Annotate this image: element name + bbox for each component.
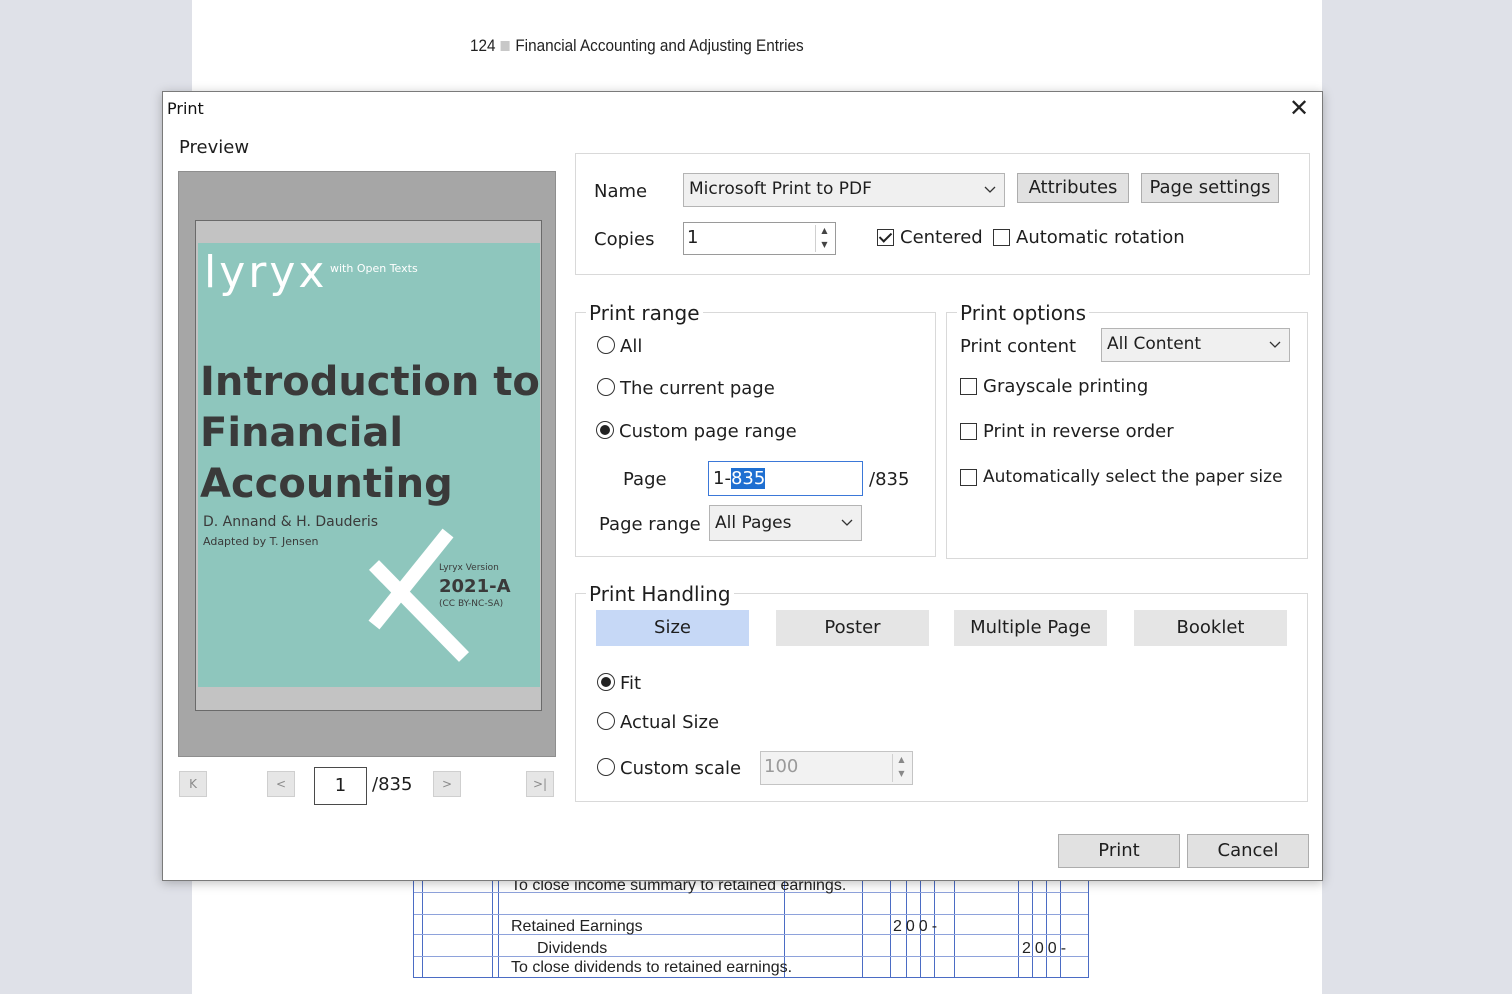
chevron-down-icon — [1269, 341, 1281, 348]
current-page-input[interactable]: 1 — [314, 767, 367, 805]
first-page-icon[interactable]: K — [179, 771, 207, 797]
actual-size-radio[interactable] — [597, 712, 615, 730]
print-dialog: Print ✕ Preview lyryx with Open Texts In… — [162, 91, 1323, 881]
page-range-prefix: 1- — [713, 468, 731, 489]
print-range-legend: Print range — [586, 301, 703, 325]
cover-version-label: Lyryx Version — [439, 563, 499, 573]
reverse-order-checkbox[interactable] — [960, 423, 977, 440]
auto-paper-size-checkbox[interactable] — [960, 469, 977, 486]
centered-label: Centered — [900, 227, 983, 248]
cover-title-line: Financial — [200, 410, 404, 456]
header-separator — [500, 41, 510, 51]
tab-multiple-page[interactable]: Multiple Page — [954, 610, 1107, 646]
grayscale-label: Grayscale printing — [983, 376, 1149, 397]
preview-page-total: /835 — [372, 774, 413, 795]
print-handling-legend: Print Handling — [586, 582, 734, 606]
chapter-title: Financial Accounting and Adjusting Entri… — [515, 36, 804, 55]
printer-select-value: Microsoft Print to PDF — [689, 179, 872, 199]
attributes-button[interactable]: Attributes — [1017, 173, 1129, 203]
ledger-table: To close income summary to retained earn… — [413, 877, 1089, 978]
page-range-input[interactable]: 1-835 — [708, 461, 863, 496]
printer-group — [575, 153, 1310, 275]
close-icon[interactable]: ✕ — [1286, 96, 1312, 122]
ledger-row-desc: Dividends — [537, 940, 608, 957]
print-button[interactable]: Print — [1058, 834, 1180, 868]
page-range-selected-text: 835 — [730, 468, 766, 489]
page-range-total: /835 — [869, 469, 910, 490]
copies-stepper[interactable]: 1 ▲ ▼ — [683, 222, 836, 255]
spin-down-icon[interactable]: ▼ — [816, 239, 833, 253]
cover-authors: D. Annand & H. Dauderis — [203, 514, 379, 530]
name-label: Name — [594, 181, 648, 202]
custom-scale-stepper[interactable]: 100 ▲ ▼ — [760, 751, 913, 785]
page-settings-button[interactable]: Page settings — [1141, 173, 1279, 203]
book-cover: lyryx with Open Texts Introduction to Fi… — [198, 243, 540, 687]
dialog-title: Print — [167, 99, 204, 118]
ledger-row-desc: Retained Earnings — [511, 918, 643, 935]
reverse-order-label: Print in reverse order — [983, 421, 1174, 442]
cover-logo: lyryx — [204, 247, 328, 298]
custom-scale-radio[interactable] — [597, 758, 615, 776]
range-custom-radio[interactable] — [596, 421, 614, 439]
fit-label: Fit — [620, 673, 642, 694]
automatic-rotation-checkbox[interactable] — [993, 229, 1010, 246]
page-range-select[interactable]: All Pages — [709, 505, 862, 541]
chevron-down-icon — [841, 519, 853, 526]
spin-down-icon[interactable]: ▼ — [893, 768, 910, 782]
page-range-label: Page range — [599, 514, 701, 535]
copies-label: Copies — [594, 229, 655, 250]
range-all-label: All — [620, 336, 643, 357]
cover-title-line: Accounting — [200, 461, 453, 507]
grayscale-checkbox[interactable] — [960, 378, 977, 395]
page-number: 124 — [470, 36, 496, 55]
tab-booklet[interactable]: Booklet — [1134, 610, 1287, 646]
cover-logo-sub: with Open Texts — [330, 262, 418, 275]
cancel-button[interactable]: Cancel — [1187, 834, 1309, 868]
ledger-row-credit: 200- — [1022, 940, 1071, 957]
prev-page-icon[interactable]: < — [267, 771, 295, 797]
print-content-value: All Content — [1107, 334, 1202, 354]
tab-poster[interactable]: Poster — [776, 610, 929, 646]
automatic-rotation-label: Automatic rotation — [1016, 227, 1185, 248]
scale-spin-arrows[interactable]: ▲ ▼ — [892, 754, 910, 782]
page-header: 124 Financial Accounting and Adjusting En… — [470, 36, 804, 56]
fit-radio[interactable] — [597, 673, 615, 691]
cover-title-line: Introduction to — [200, 359, 540, 405]
preview-page: lyryx with Open Texts Introduction to Fi… — [195, 220, 542, 711]
auto-paper-size-label: Automatically select the paper size — [983, 467, 1283, 487]
chevron-down-icon — [984, 186, 996, 193]
spin-up-icon[interactable]: ▲ — [893, 754, 910, 768]
range-current-page-label: The current page — [620, 378, 775, 399]
print-content-select[interactable]: All Content — [1101, 328, 1290, 362]
page-range-select-value: All Pages — [715, 513, 792, 533]
preview-frame: lyryx with Open Texts Introduction to Fi… — [178, 171, 556, 757]
ledger-row-desc: To close dividends to retained earnings. — [511, 959, 793, 976]
cover-title: Introduction to Financial Accounting — [200, 357, 540, 510]
custom-scale-value: 100 — [764, 756, 799, 777]
copies-spin-arrows[interactable]: ▲ ▼ — [815, 225, 833, 252]
range-current-page-radio[interactable] — [597, 378, 615, 396]
cover-license: (CC BY-NC-SA) — [439, 599, 504, 609]
printer-select[interactable]: Microsoft Print to PDF — [683, 173, 1005, 207]
next-page-icon[interactable]: > — [433, 771, 461, 797]
print-content-label: Print content — [960, 336, 1077, 357]
range-all-radio[interactable] — [597, 336, 615, 354]
tab-size[interactable]: Size — [596, 610, 749, 646]
custom-scale-label: Custom scale — [620, 758, 742, 779]
page-label: Page — [623, 469, 667, 490]
ledger-row-debit: 200- — [893, 918, 942, 935]
range-custom-label: Custom page range — [619, 421, 797, 442]
actual-size-label: Actual Size — [620, 712, 720, 733]
last-page-icon[interactable]: >| — [526, 771, 554, 797]
spin-up-icon[interactable]: ▲ — [816, 225, 833, 239]
copies-value: 1 — [687, 227, 699, 248]
cover-adapted: Adapted by T. Jensen — [203, 535, 319, 548]
print-options-legend: Print options — [957, 301, 1090, 325]
centered-checkbox[interactable] — [877, 229, 894, 246]
cover-version: 2021-A — [439, 576, 511, 597]
preview-label: Preview — [179, 137, 250, 158]
